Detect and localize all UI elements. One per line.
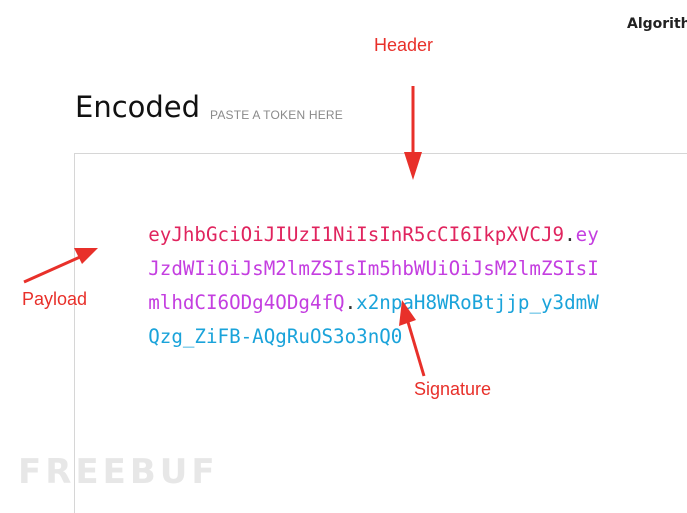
payload-annotation: Payload (22, 289, 88, 309)
token-dot-separator: . (344, 291, 357, 314)
token-payload-segment: JzdWIiOiJsM2lmZSIsIm5hbWUiOiJsM2lmZSIsI (148, 257, 599, 280)
paste-token-hint: PASTE A TOKEN HERE (210, 108, 343, 122)
token-signature-segment: Qzg_ZiFB-AQgRuOS3o3nQ0 (148, 325, 403, 348)
token-payload-segment: ey (575, 223, 599, 246)
signature-annotation: Signature (414, 379, 492, 399)
token-dot-separator: . (564, 223, 576, 246)
token-header-segment: eyJhbGciOiJIUzI1NiIsInR5cCI6IkpXVCJ9 (148, 223, 565, 246)
encoded-token[interactable]: eyJhbGciOiJIUzI1NiIsInR5cCI6IkpXVCJ9.ey … (102, 184, 687, 348)
encoded-title: Encoded (75, 90, 201, 124)
token-line: eyJhbGciOiJIUzI1NiIsInR5cCI6IkpXVCJ9.ey (102, 184, 687, 246)
token-payload-segment: mlhdCI6ODg4ODg4fQ (148, 291, 345, 314)
header-annotation: Header (374, 35, 434, 55)
freebuf-watermark: FREEBUF (18, 452, 219, 492)
token-signature-segment: x2npaH8WRoBtjjp_y3dmW (356, 291, 599, 314)
algorithm-label[interactable]: Algorithm (627, 16, 687, 32)
